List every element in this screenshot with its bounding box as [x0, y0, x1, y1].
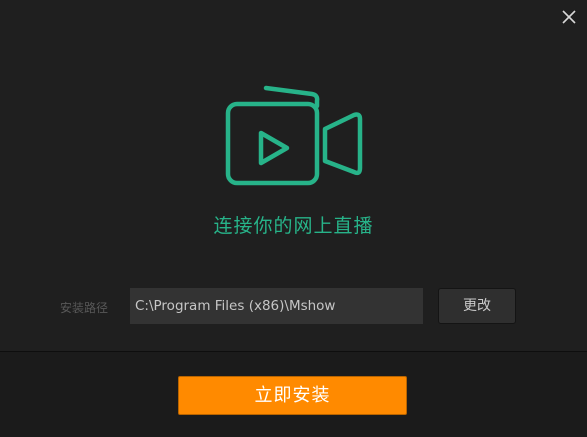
tagline: 连接你的网上直播	[213, 215, 374, 237]
change-path-button[interactable]: 更改	[438, 288, 516, 324]
install-path-label: 安装路径	[60, 301, 109, 315]
installer-window: 连接你的网上直播 安装路径 更改 立即安装	[0, 0, 587, 437]
app-logo	[222, 80, 364, 190]
close-icon	[562, 10, 576, 24]
video-camera-play-icon	[225, 85, 363, 186]
install-path-input[interactable]	[130, 288, 423, 324]
install-button[interactable]: 立即安装	[178, 376, 407, 415]
close-button[interactable]	[558, 6, 580, 28]
